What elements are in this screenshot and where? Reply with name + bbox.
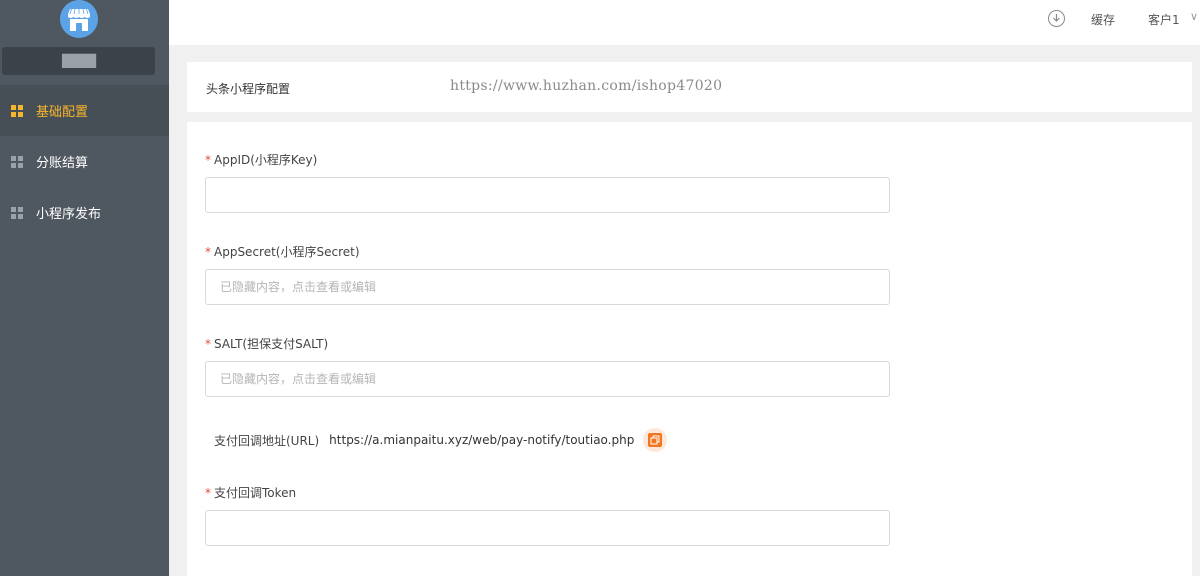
appid-label: * AppID(小程序Key) xyxy=(205,153,318,167)
store-name: ████ xyxy=(2,47,155,75)
notify-url-value: https://a.mianpaitu.xyz/web/pay-notify/t… xyxy=(329,433,635,447)
cache-button[interactable]: 缓存 xyxy=(1091,11,1115,28)
required-mark: * xyxy=(205,337,211,351)
notify-url-row: 支付回调地址(URL) https://a.mianpaitu.xyz/web/… xyxy=(214,428,668,452)
sidebar-item-label: 基础配置 xyxy=(36,105,89,120)
salt-label: * SALT(担保支付SALT) xyxy=(205,337,329,351)
store-logo xyxy=(60,0,98,38)
appsecret-input[interactable] xyxy=(205,269,890,305)
copy-icon xyxy=(648,433,663,447)
page-header: 头条小程序配置 https://www.huzhan.com/ishop4702… xyxy=(187,62,1192,112)
required-mark: * xyxy=(205,486,211,500)
copy-button[interactable] xyxy=(643,428,668,452)
sidebar-item-basic-config[interactable]: 基础配置 xyxy=(0,85,169,136)
required-mark: * xyxy=(205,245,211,259)
chevron-down-icon[interactable]: ∨ xyxy=(1190,10,1198,23)
download-icon[interactable] xyxy=(1048,10,1065,27)
sidebar-item-label: 小程序发布 xyxy=(36,207,102,222)
top-bar: 缓存 客户1 ∨ xyxy=(169,0,1200,45)
sidebar: ████ 基础配置 分账结算 小程序发布 xyxy=(0,0,169,576)
sidebar-item-settlement[interactable]: 分账结算 xyxy=(0,136,169,187)
appsecret-label: * AppSecret(小程序Secret) xyxy=(205,245,360,259)
watermark: https://www.huzhan.com/ishop47020 xyxy=(450,78,723,94)
sidebar-item-publish[interactable]: 小程序发布 xyxy=(0,187,169,238)
config-form: *AppID(小程序Key) *AppSecret(小程序Secret) *SA… xyxy=(187,122,1192,576)
appid-input[interactable] xyxy=(205,177,890,213)
grid-icon xyxy=(11,206,23,219)
token-input[interactable] xyxy=(205,510,890,546)
page-title: 头条小程序配置 xyxy=(206,82,291,96)
sidebar-item-label: 分账结算 xyxy=(36,156,89,171)
store-icon xyxy=(60,0,98,38)
grid-icon xyxy=(11,104,23,117)
salt-input[interactable] xyxy=(205,361,890,397)
token-label: * 支付回调Token xyxy=(205,486,297,500)
grid-icon xyxy=(11,155,23,168)
notify-url-label: 支付回调地址(URL) xyxy=(214,433,320,448)
user-menu[interactable]: 客户1 xyxy=(1148,11,1180,28)
required-mark: * xyxy=(205,153,211,167)
sidebar-nav: 基础配置 分账结算 小程序发布 xyxy=(0,85,169,238)
